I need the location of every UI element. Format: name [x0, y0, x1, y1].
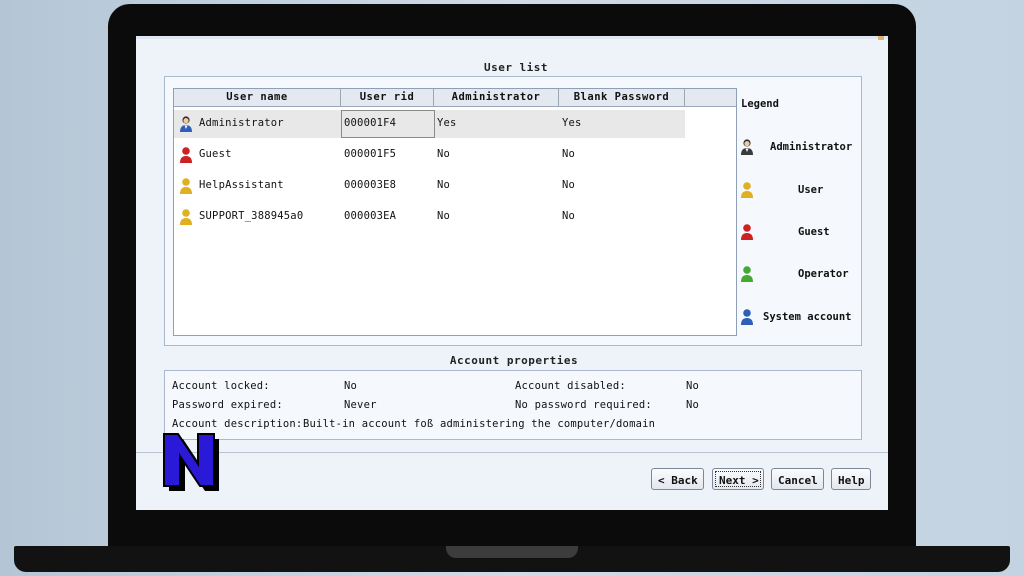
blank-password-cell: No [562, 148, 576, 160]
legend-label: System account [763, 311, 852, 323]
next-button[interactable]: Next > [712, 468, 764, 490]
operator-user-icon [741, 266, 753, 282]
administrator-cell: No [437, 179, 451, 191]
table-row[interactable]: Administrator 000001F4 Yes Yes [174, 109, 736, 139]
user-name-cell: HelpAssistant [199, 179, 284, 191]
legend-item-operator: Operator [740, 265, 852, 285]
password-expired-value: Never [344, 399, 377, 411]
user-list-table[interactable]: User name User rid Administrator Blank P… [173, 88, 737, 336]
account-description-value: Built-in account foß administering the c… [303, 418, 656, 430]
column-header-administrator[interactable]: Administrator [434, 89, 559, 107]
account-disabled-value: No [686, 380, 700, 392]
legend-label: Operator [798, 268, 849, 280]
column-header-filler [685, 89, 736, 107]
table-row[interactable]: HelpAssistant 000003E8 No No [174, 171, 736, 201]
guest-user-icon [741, 224, 753, 240]
account-locked-value: No [344, 380, 358, 392]
footer-separator [136, 452, 888, 453]
column-header-user-rid[interactable]: User rid [341, 89, 434, 107]
channel-logo-n [163, 433, 219, 491]
cancel-button[interactable]: Cancel [771, 468, 824, 490]
legend-title: Legend [741, 98, 779, 110]
window-top-edge [136, 36, 888, 39]
corner-marker [878, 36, 884, 40]
system-account-icon [741, 309, 753, 325]
column-header-blank-password[interactable]: Blank Password [559, 89, 685, 107]
table-row[interactable]: SUPPORT_388945a0 000003EA No No [174, 202, 736, 232]
user-list-title: User list [483, 61, 549, 74]
back-button[interactable]: < Back [651, 468, 704, 490]
administrator-cell: No [437, 210, 451, 222]
user-rid-cell: 000001F5 [344, 148, 397, 160]
laptop-notch [446, 546, 578, 558]
legend-item-system-account: System account [740, 308, 852, 328]
user-icon [180, 178, 192, 194]
user-name-cell: SUPPORT_388945a0 [199, 210, 304, 222]
administrator-user-icon [180, 116, 192, 132]
legend-item-user: User [740, 181, 852, 201]
user-icon [741, 182, 753, 198]
password-expired-label: Password expired: [172, 399, 283, 411]
legend-label: User [798, 184, 824, 196]
no-password-required-label: No password required: [515, 399, 652, 411]
account-disabled-label: Account disabled: [515, 380, 626, 392]
blank-password-cell: No [562, 179, 576, 191]
account-properties-title: Account properties [449, 354, 579, 367]
user-icon [180, 209, 192, 225]
account-description-label: Account description: [172, 418, 303, 430]
wizard-window: User list User name User rid Administrat… [136, 36, 888, 510]
administrator-cell: No [437, 148, 451, 160]
no-password-required-value: No [686, 399, 700, 411]
blank-password-cell: Yes [562, 117, 582, 129]
help-button[interactable]: Help [831, 468, 871, 490]
guest-user-icon [180, 147, 192, 163]
user-name-cell: Guest [199, 148, 232, 160]
user-name-cell: Administrator [199, 117, 284, 129]
user-rid-cell: 000001F4 [344, 117, 397, 129]
user-rid-cell: 000003E8 [344, 179, 397, 191]
account-locked-label: Account locked: [172, 380, 270, 392]
legend-label: Guest [798, 226, 830, 238]
administrator-cell: Yes [437, 117, 457, 129]
legend-item-guest: Guest [740, 223, 852, 243]
administrator-user-icon [741, 139, 753, 155]
legend-item-administrator: Administrator [740, 138, 852, 158]
blank-password-cell: No [562, 210, 576, 222]
table-row[interactable]: Guest 000001F5 No No [174, 140, 736, 170]
user-rid-cell: 000003EA [344, 210, 397, 222]
legend-label: Administrator [770, 141, 853, 153]
column-header-user-name[interactable]: User name [174, 89, 341, 107]
